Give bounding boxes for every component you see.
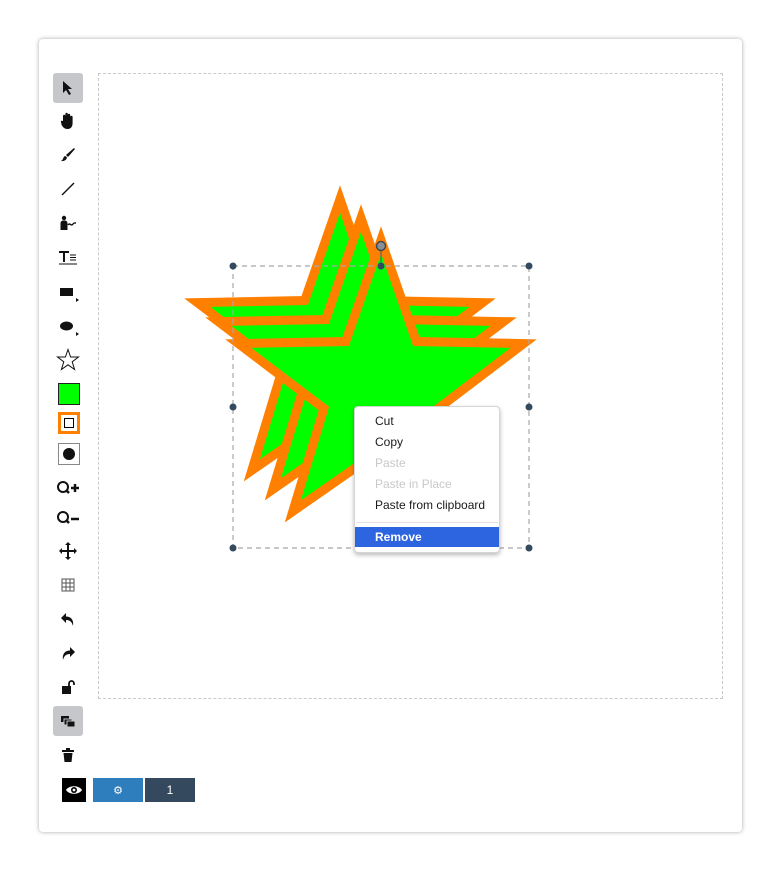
resize-handle	[229, 544, 237, 552]
resize-handle	[229, 403, 237, 411]
menu-item-remove[interactable]: Remove	[355, 527, 499, 547]
menu-item-copy[interactable]: Copy	[355, 432, 499, 452]
resize-handle	[525, 403, 533, 411]
resize-handle	[525, 544, 533, 552]
resize-handle	[525, 262, 533, 270]
resize-handle	[229, 262, 237, 270]
menu-item-cut[interactable]: Cut	[355, 411, 499, 431]
menu-separator	[356, 522, 498, 523]
menu-item-paste-in-place: Paste in Place	[375, 477, 452, 491]
menu-item-paste: Paste	[375, 456, 406, 470]
context-menu: Cut Copy Paste Paste in Place Paste from cli…	[354, 406, 500, 553]
resize-handle	[377, 262, 385, 270]
menu-item-paste-from-clipboard[interactable]: Paste from clipboard	[355, 495, 499, 515]
rotate-handle	[375, 240, 387, 252]
